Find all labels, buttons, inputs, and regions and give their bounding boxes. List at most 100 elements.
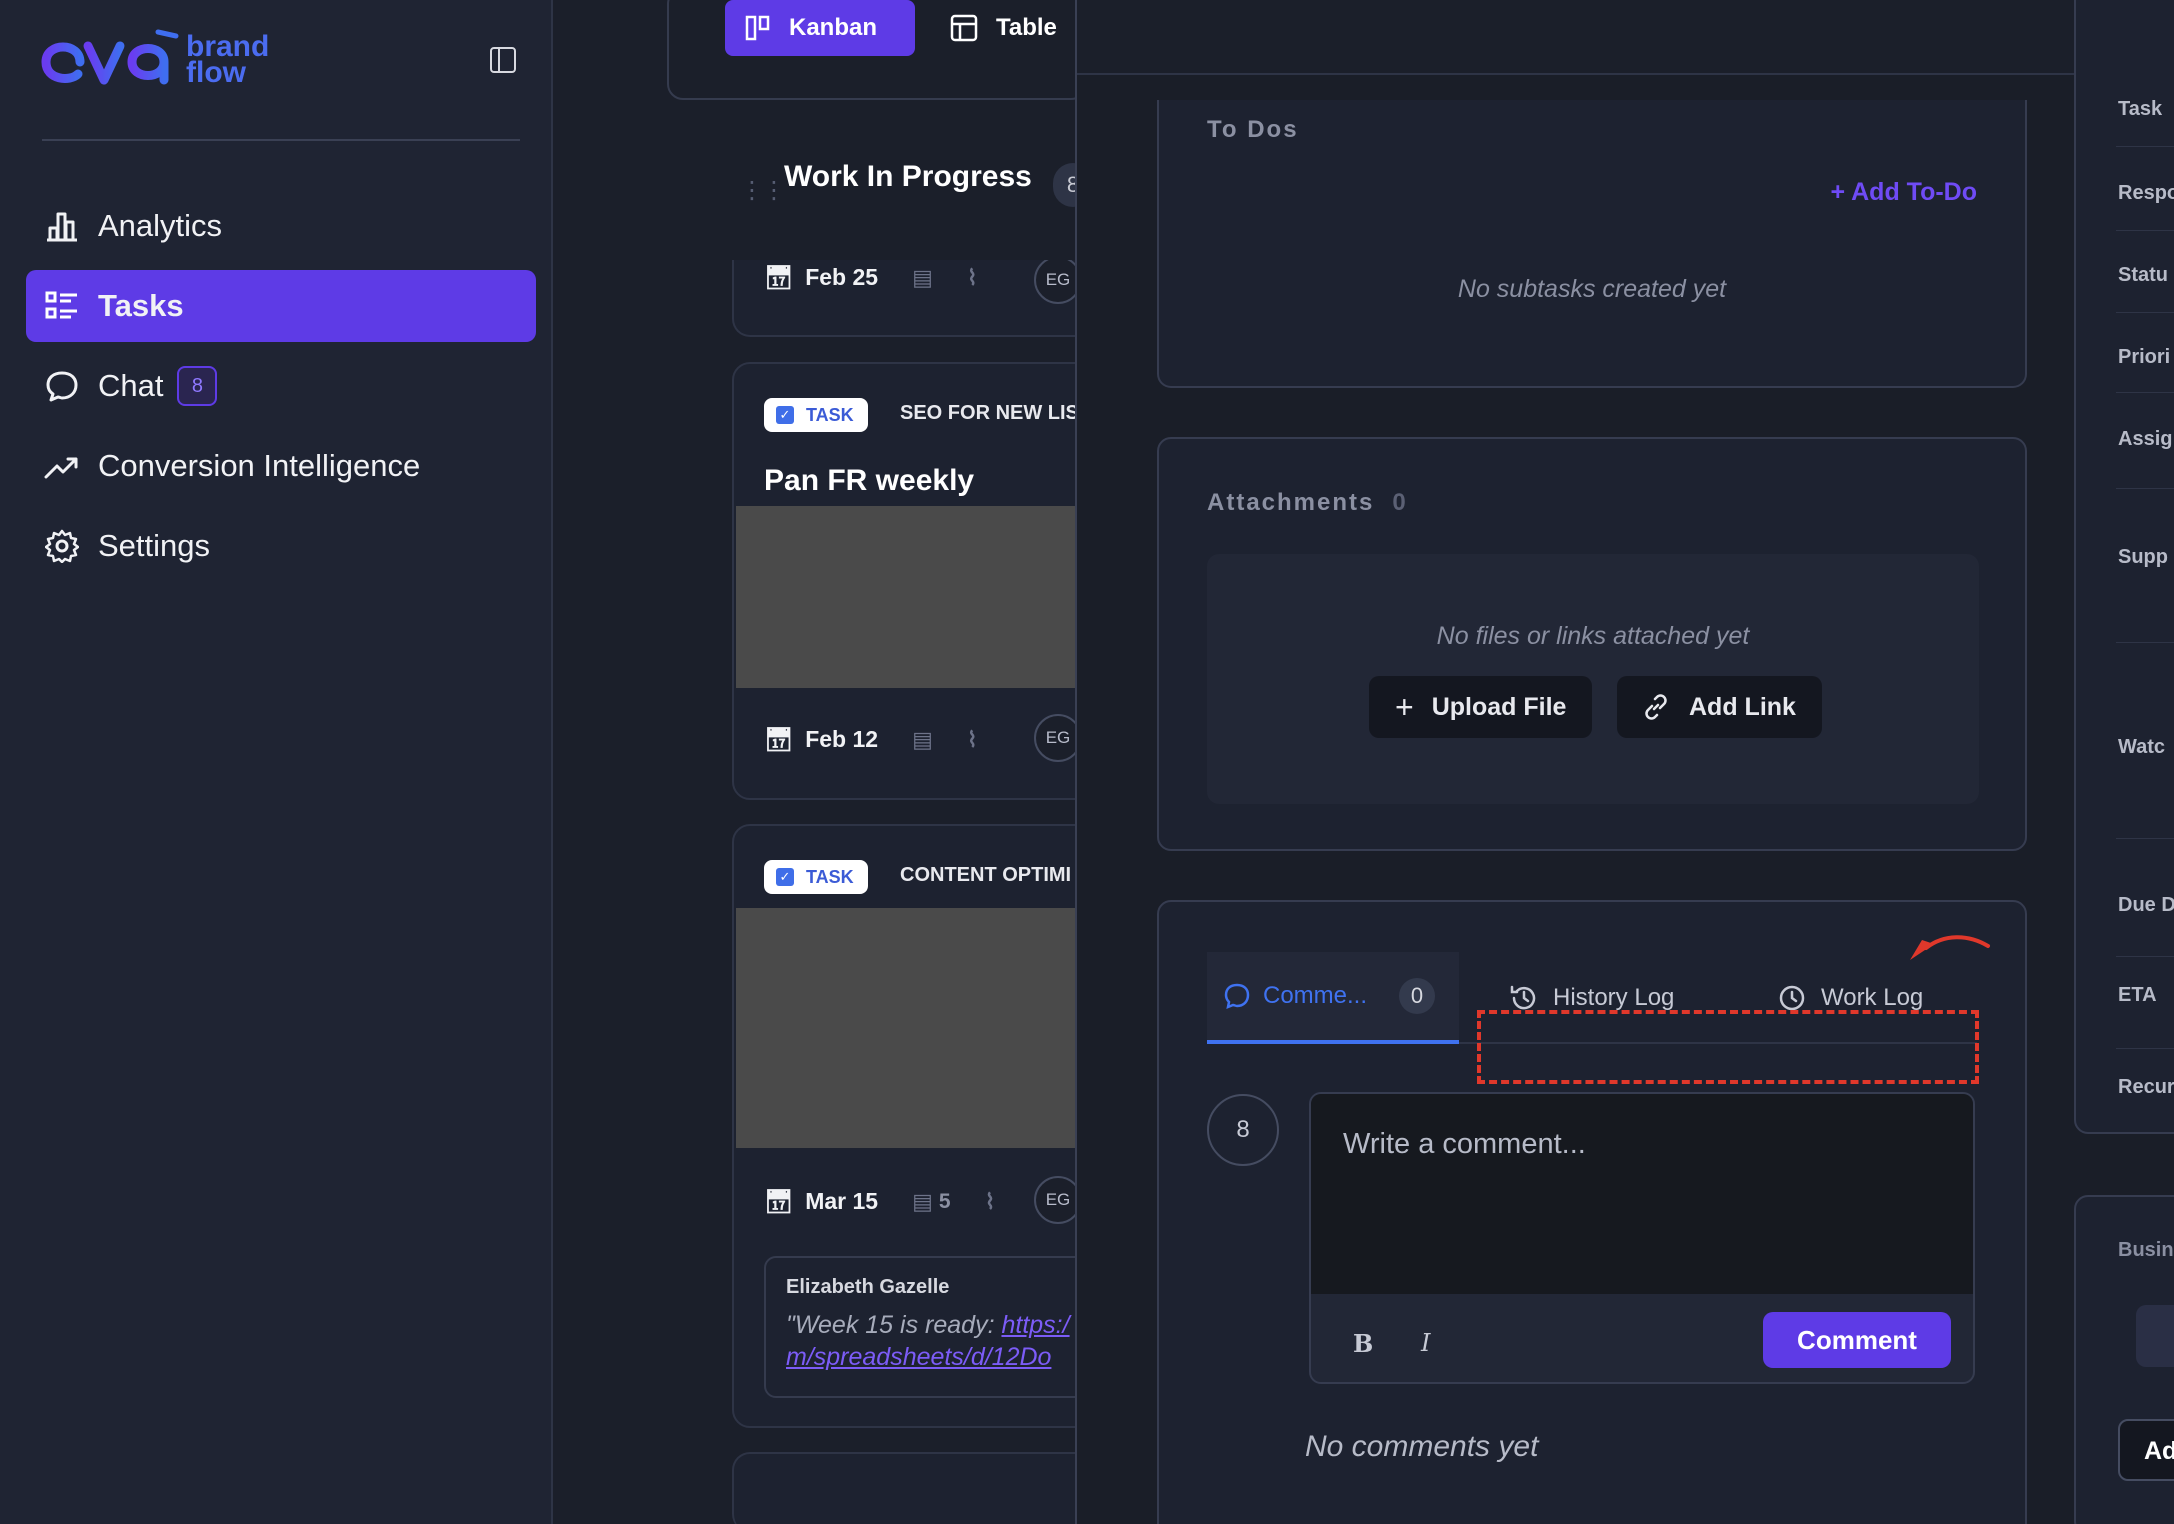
attachments-title: Attachments 0 <box>1207 489 1408 516</box>
property-label: ETA <box>2118 984 2157 1006</box>
due-date: Feb 25 <box>805 264 879 290</box>
task-card[interactable]: ✓ TASK SEO FOR NEW LIST Pan FR weekly 📅︎… <box>732 362 1112 800</box>
sidebar-collapse-icon[interactable] <box>490 47 516 73</box>
chat-icon <box>44 368 80 404</box>
divider <box>2116 488 2174 489</box>
card-meta: 📅︎ Feb 25 ▤ ⌇ <box>764 264 978 291</box>
drag-handle-icon[interactable]: ⋮⋮ <box>740 176 786 205</box>
upload-file-label: Upload File <box>1431 692 1567 721</box>
attachment-icon: ⌇ <box>984 1188 996 1214</box>
comment-icon: ▤ <box>912 264 933 290</box>
divider <box>2116 956 2174 957</box>
comment-input[interactable]: Write a comment... <box>1311 1094 1973 1294</box>
card-title: Pan FR weekly <box>764 464 975 497</box>
task-type-tag: ✓ TASK <box>764 398 868 432</box>
sidebar-item-label: Conversion Intelligence <box>98 448 421 483</box>
comment-author: Elizabeth Gazelle <box>786 1276 950 1298</box>
sidebar-item-analytics[interactable]: Analytics <box>26 190 536 262</box>
property-label: Assig <box>2118 428 2173 450</box>
task-detail-panel: To Dos + Add To-Do No subtasks created y… <box>1075 0 2174 1524</box>
property-label: Supp <box>2118 546 2168 568</box>
tab-history-label: History Log <box>1553 984 1675 1011</box>
checkbox-icon: ✓ <box>776 868 794 886</box>
task-card[interactable]: ✓ TASK CONTENT OPTIMI 📅︎ Mar 15 ▤ 5 ⌇ EG… <box>732 824 1112 1428</box>
submit-comment-button[interactable]: Comment <box>1763 1312 1951 1368</box>
task-card[interactable] <box>732 1452 1112 1524</box>
link-icon <box>1645 694 1667 720</box>
brand-logo[interactable]: brand flow <box>40 28 269 92</box>
current-user-avatar: 8 <box>1207 1094 1279 1166</box>
attachment-icon: ⌇ <box>966 726 978 752</box>
todos-section: To Dos + Add To-Do No subtasks created y… <box>1157 100 2027 388</box>
divider <box>2116 146 2174 147</box>
card-project: CONTENT OPTIMI <box>900 864 1072 886</box>
tab-comments-label: Comme... <box>1263 982 1368 1009</box>
upload-file-button[interactable]: + Upload File <box>1369 676 1593 738</box>
add-link-button[interactable]: Add Link <box>1617 676 1822 738</box>
table-view-button[interactable]: Table <box>940 0 1057 56</box>
history-icon <box>1510 985 1536 1010</box>
divider <box>2116 230 2174 231</box>
sidebar-item-label: Tasks <box>98 288 184 323</box>
attachments-empty-text: No files or links attached yet <box>1436 622 1750 650</box>
add-business-button[interactable]: Ad <box>2118 1419 2174 1481</box>
attachments-section: Attachments 0 No files or links attached … <box>1157 437 2027 851</box>
chat-unread-badge: 8 <box>177 366 218 406</box>
property-label: Statu <box>2118 264 2168 286</box>
comment-link[interactable]: https:/ <box>1001 1311 1069 1339</box>
panel-header <box>1077 0 2174 75</box>
tab-comments[interactable]: Comme... 0 <box>1207 952 1459 1044</box>
calendar-icon: 📅︎ <box>764 1188 794 1214</box>
trend-icon <box>44 448 80 484</box>
business-panel: Busin Ad <box>2074 1195 2174 1524</box>
divider <box>2116 312 2174 313</box>
clock-icon <box>1779 985 1805 1011</box>
kanban-view-button[interactable]: Kanban <box>725 0 915 56</box>
divider <box>2116 838 2174 839</box>
activity-section: Comme... 0 History Log Work Log 8 Write … <box>1157 900 2027 1524</box>
card-meta: 📅︎ Mar 15 ▤ 5 ⌇ <box>764 1188 995 1215</box>
kanban-label: Kanban <box>789 14 878 41</box>
divider <box>2116 392 2174 393</box>
checkbox-icon: ✓ <box>776 406 794 424</box>
add-todo-button[interactable]: + Add To-Do <box>1831 178 1978 207</box>
add-link-label: Add Link <box>1689 692 1796 721</box>
business-title: Busin <box>2118 1239 2174 1261</box>
property-label: Priori <box>2118 346 2171 368</box>
column-title: Work In Progress <box>784 160 1032 193</box>
comment-count: 5 <box>938 1189 951 1213</box>
plus-icon: + <box>1395 688 1414 725</box>
bar-chart-icon <box>44 208 80 244</box>
due-date: Feb 12 <box>805 726 879 752</box>
store-icon[interactable] <box>2136 1305 2174 1367</box>
comment-icon: ▤ <box>912 1188 933 1214</box>
bold-button[interactable]: B <box>1353 1329 1373 1358</box>
todos-title: To Dos <box>1207 116 1299 143</box>
kanban-icon <box>745 15 770 41</box>
due-date: Mar 15 <box>805 1188 879 1214</box>
sidebar-item-label: Analytics <box>98 208 223 243</box>
task-card[interactable]: 📅︎ Feb 25 ▤ ⌇ EG <box>732 260 1112 337</box>
comment-editor: Write a comment... B I Comment <box>1309 1092 1975 1384</box>
comment-text: "Week 15 is ready: https:/ m/spreadsheet… <box>786 1311 1070 1371</box>
brand-name-line2: flow <box>186 56 246 89</box>
calendar-icon: 📅︎ <box>764 726 794 752</box>
activity-tabs: Comme... 0 History Log Work Log <box>1207 952 1979 1084</box>
task-type-tag: ✓ TASK <box>764 860 868 894</box>
comment-icon: ▤ <box>912 726 933 752</box>
property-label: Watc <box>2118 736 2166 758</box>
property-label: Due D <box>2118 894 2174 916</box>
comment-link[interactable]: m/spreadsheets/d/12Do <box>786 1343 1051 1371</box>
sidebar-item-chat[interactable]: Chat 8 <box>26 350 536 422</box>
property-label: Task <box>2118 98 2163 120</box>
italic-button[interactable]: I <box>1421 1329 1430 1357</box>
eva-logo-icon <box>41 29 179 85</box>
table-label: Table <box>996 14 1057 41</box>
sidebar-item-conversion-intelligence[interactable]: Conversion Intelligence <box>26 430 536 502</box>
sidebar-item-tasks[interactable]: Tasks <box>26 270 536 342</box>
tag-label: TASK <box>806 404 854 425</box>
divider <box>2116 642 2174 643</box>
sidebar-item-settings[interactable]: Settings <box>26 510 536 582</box>
attachments-dropzone[interactable]: No files or links attached yet + Upload … <box>1207 554 1979 804</box>
latest-comment-preview[interactable]: Elizabeth Gazelle "Week 15 is ready: htt… <box>764 1256 1104 1398</box>
